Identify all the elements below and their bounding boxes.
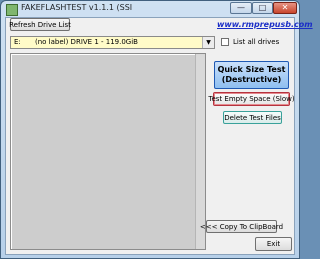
log-output-area[interactable] [10,53,206,250]
window-title: FAKEFLASHTEST v1.1.1 (SSI [21,3,133,12]
drive-letter: E: [14,38,21,46]
close-button[interactable]: ✕ [273,2,297,14]
website-link[interactable]: www.rmprepusb.com [217,20,313,29]
chevron-down-icon[interactable]: ▼ [202,37,214,48]
list-all-drives-checkbox[interactable] [221,38,229,46]
title-bar[interactable]: FAKEFLASHTEST v1.1.1 (SSI — □ ✕ [1,1,299,17]
list-all-drives-label: List all drives [233,38,280,46]
quick-size-test-sublabel: (Destructive) [221,75,282,84]
test-empty-space-button[interactable]: Test Empty Space (Slow) [208,92,295,106]
quick-size-test-button[interactable]: Quick Size Test (Destructive) [214,61,289,89]
minimize-button[interactable]: — [230,2,252,14]
log-scrollbar[interactable] [195,54,205,249]
quick-size-test-label: Quick Size Test [217,65,286,74]
app-window: FAKEFLASHTEST v1.1.1 (SSI — □ ✕ Refresh … [0,0,313,259]
exit-button[interactable]: Exit [255,237,292,251]
copy-to-clipboard-button[interactable]: <<< Copy To ClipBoard [200,220,283,233]
drive-description: (no label) DRIVE 1 - 119.0GiB [35,38,138,46]
main-panel: Refresh Drive List www.rmprepusb.com E: … [5,17,313,255]
drive-select[interactable]: E: (no label) DRIVE 1 - 119.0GiB ▼ [10,36,215,49]
refresh-drive-list-button[interactable]: Refresh Drive List [9,18,71,31]
maximize-button[interactable]: □ [252,2,273,14]
list-all-drives-option[interactable]: List all drives [221,38,279,46]
app-icon [6,4,18,16]
delete-test-files-button[interactable]: Delete Test Files [223,111,282,124]
